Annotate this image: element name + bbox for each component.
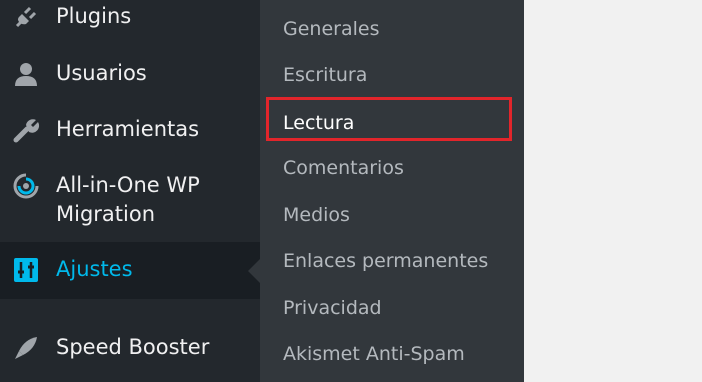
content-area [524, 0, 702, 382]
menu-label-speed-booster: Speed Booster [56, 335, 210, 359]
admin-screen: Plugins Usuarios Herramientas All-in-One… [0, 0, 702, 382]
submenu-item-medios[interactable]: Medios [283, 202, 350, 228]
submenu-item-escritura[interactable]: Escritura [283, 62, 367, 88]
submenu-item-akismet-anti-spam[interactable]: Akismet Anti-Spam [283, 341, 465, 367]
migration-icon [10, 170, 42, 202]
lectura-highlight-box [266, 97, 512, 141]
menu-item-herramientas[interactable]: Herramientas [0, 110, 260, 150]
settings-icon [10, 254, 42, 286]
submenu-item-privacidad[interactable]: Privacidad [283, 295, 382, 321]
user-icon [10, 58, 42, 90]
admin-sidebar: Plugins Usuarios Herramientas All-in-One… [0, 0, 260, 382]
menu-item-plugins[interactable]: Plugins [0, 0, 260, 34]
submenu-item-comentarios[interactable]: Comentarios [283, 155, 404, 181]
menu-label-plugins: Plugins [56, 4, 132, 28]
submenu-item-generales[interactable]: Generales [283, 16, 379, 42]
rocket-icon [10, 332, 42, 364]
submenu-pointer-arrow [248, 259, 260, 283]
menu-item-usuarios[interactable]: Usuarios [0, 54, 260, 94]
settings-submenu: Generales Escritura Lectura Comentarios … [260, 0, 524, 382]
menu-item-ajustes[interactable]: Ajustes [0, 242, 260, 299]
menu-label-all-in-one-wp-migration: All-in-One WP Migration [56, 173, 200, 226]
menu-label-herramientas: Herramientas [56, 117, 200, 141]
menu-label-ajustes: Ajustes [56, 257, 133, 281]
menu-item-speed-booster[interactable]: Speed Booster [0, 328, 260, 368]
menu-item-all-in-one-wp-migration[interactable]: All-in-One WP Migration [0, 168, 260, 232]
submenu-item-enlaces-permanentes[interactable]: Enlaces permanentes [283, 248, 488, 274]
wrench-icon [10, 114, 42, 146]
plugin-icon [10, 1, 42, 33]
menu-label-usuarios: Usuarios [56, 61, 147, 85]
